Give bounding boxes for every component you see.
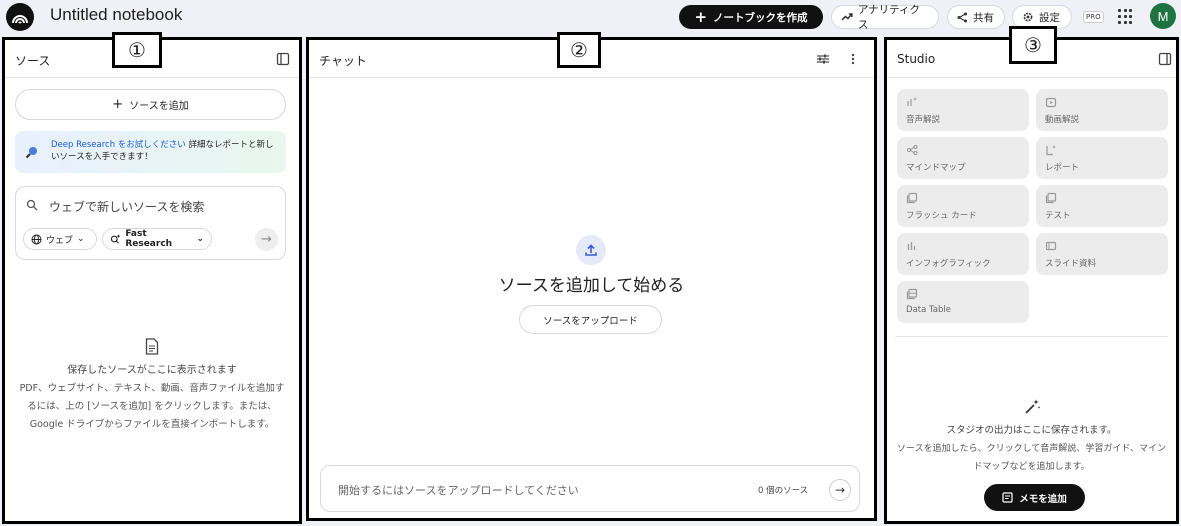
studio-divider: [895, 336, 1168, 337]
annotation-marker-2: ②: [557, 32, 601, 68]
studio-tile-video[interactable]: 動画解説: [1036, 89, 1168, 131]
sources-panel: ソース + ソースを追加 Deep Research をお試しください 詳細なレ…: [2, 37, 302, 524]
studio-panel: Studio 音声解説 動画解説 マインドマップ レポート フラッシュ カード …: [884, 37, 1179, 524]
globe-icon: [31, 234, 42, 244]
apps-grid-icon[interactable]: [1118, 9, 1133, 24]
studio-tile-flashcard[interactable]: フラッシュ カード: [897, 185, 1029, 227]
settings-label: 設定: [1039, 11, 1060, 24]
analytics-label: アナリティクス: [857, 4, 920, 31]
studio-tile-label: スライド資料: [1045, 259, 1097, 269]
collapse-panel-icon[interactable]: [276, 52, 290, 66]
web-search-box: ウェブで新しいソースを検索 ウェブ ⌄ Fast Research ⌄ →: [15, 186, 286, 260]
infographic-icon: [907, 242, 916, 250]
deep-research-banner[interactable]: Deep Research をお試しください 詳細なレポートと新しいソースを入手…: [15, 131, 286, 173]
document-icon: [145, 338, 159, 355]
studio-tile-label: マインドマップ: [906, 163, 966, 173]
studio-tile-label: 動画解説: [1045, 115, 1080, 125]
web-source-dropdown[interactable]: ウェブ ⌄: [23, 228, 97, 250]
annotation-marker-3: ③: [1009, 26, 1057, 64]
gear-icon: [1023, 12, 1033, 22]
trending-up-icon: [841, 13, 853, 21]
notebook-title[interactable]: Untitled notebook: [50, 5, 182, 25]
arrow-right-icon: →: [261, 232, 272, 247]
arrow-right-icon: →: [834, 483, 846, 497]
search-input[interactable]: ウェブで新しいソースを検索: [49, 198, 204, 215]
tune-icon[interactable]: [816, 52, 830, 66]
studio-tile-label: テスト: [1045, 211, 1071, 221]
share-label: 共有: [973, 11, 994, 24]
studio-tile-slides[interactable]: スライド資料: [1036, 233, 1168, 275]
studio-tile-label: Data Table: [906, 305, 951, 315]
add-source-button[interactable]: + ソースを追加: [15, 89, 286, 120]
studio-title: Studio: [897, 52, 936, 66]
chat-input[interactable]: 開始するにはソースをアップロードしてください: [338, 482, 579, 498]
add-source-label: ソースを追加: [129, 101, 189, 112]
studio-empty-title: スタジオの出力はここに保存されます。: [946, 425, 1117, 436]
chevron-down-icon: ⌄: [77, 234, 85, 244]
top-bar: Untitled notebook + ノートブックを作成 アナリティクス 共有…: [0, 0, 1181, 34]
studio-tile-data-table[interactable]: Data Table: [897, 281, 1029, 323]
create-notebook-button[interactable]: + ノートブックを作成: [679, 5, 823, 29]
studio-empty-state: スタジオの出力はここに保存されます。 ソースを追加したら、クリックして音声解説、…: [893, 398, 1170, 476]
studio-tile-infographic[interactable]: インフォグラフィック: [897, 233, 1029, 275]
studio-tile-audio[interactable]: 音声解説: [897, 89, 1029, 131]
sources-empty-title: 保存したソースがここに表示されます: [67, 365, 237, 376]
mindmap-icon: [907, 145, 918, 155]
add-note-button[interactable]: メモを追加: [984, 484, 1085, 511]
share-button[interactable]: 共有: [947, 5, 1005, 29]
studio-tile-label: フラッシュ カード: [906, 211, 977, 221]
send-button[interactable]: →: [829, 479, 851, 501]
annotation-marker-1: ①: [112, 32, 162, 68]
note-icon: [1002, 492, 1013, 503]
notebooklm-logo-icon[interactable]: [6, 3, 34, 31]
add-note-label: メモを追加: [1019, 493, 1067, 505]
chat-title: チャット: [319, 54, 367, 68]
pro-badge: PRO: [1083, 11, 1104, 23]
studio-tile-quiz[interactable]: テスト: [1036, 185, 1168, 227]
magic-wand-icon: [1024, 399, 1040, 414]
chat-input-box: 開始するにはソースをアップロードしてください 0 個のソース →: [320, 465, 860, 512]
chat-panel: チャット ソースを追加して始める ソースをアップロード 開始するにはソースをアッ…: [306, 37, 877, 521]
studio-tile-label: 音声解説: [906, 115, 941, 125]
upload-source-button[interactable]: ソースをアップロード: [519, 305, 662, 334]
sources-empty-state: 保存したソースがここに表示されます PDF、ウェブサイト、テキスト、動画、音声フ…: [11, 338, 293, 434]
avatar[interactable]: M: [1150, 3, 1176, 29]
upload-icon: [576, 235, 606, 265]
deep-research-link[interactable]: Deep Research をお試しください: [51, 140, 186, 150]
audio-sparkle-icon: [907, 97, 917, 106]
plus-icon: +: [112, 97, 124, 112]
magnifier-icon: [25, 147, 37, 159]
chevron-down-icon: ⌄: [196, 234, 204, 244]
studio-tile-label: レポート: [1045, 163, 1080, 173]
search-icon: [26, 199, 38, 211]
studio-tile-report[interactable]: レポート: [1036, 137, 1168, 179]
source-count: 0 個のソース: [758, 486, 809, 496]
search-sparkle-icon: [110, 234, 121, 244]
fast-research-dropdown[interactable]: Fast Research ⌄: [102, 228, 212, 250]
studio-tile-label: インフォグラフィック: [906, 259, 991, 269]
sources-title: ソース: [15, 54, 51, 68]
web-chip-label: ウェブ: [46, 235, 74, 246]
flashcard-icon: [906, 192, 918, 204]
slides-icon: [1045, 241, 1057, 251]
table-icon: [906, 288, 918, 300]
analytics-button[interactable]: アナリティクス: [831, 4, 939, 31]
collapse-panel-icon[interactable]: [1158, 52, 1172, 66]
plus-icon: +: [694, 7, 708, 26]
fast-research-label: Fast Research: [125, 229, 173, 249]
report-icon: [1046, 145, 1056, 156]
quiz-icon: [1045, 192, 1057, 204]
sources-empty-desc: PDF、ウェブサイト、テキスト、動画、音声ファイルを追加するには、上の [ソース…: [19, 383, 285, 430]
more-vert-icon[interactable]: [846, 52, 860, 66]
chat-headline: ソースを追加して始める: [498, 276, 685, 296]
share-icon: [957, 12, 967, 22]
create-notebook-label: ノートブックを作成: [713, 11, 808, 24]
studio-tile-mindmap[interactable]: マインドマップ: [897, 137, 1029, 179]
deep-research-text: Deep Research をお試しください 詳細なレポートと新しいソースを入手…: [51, 139, 278, 163]
video-icon: [1045, 97, 1057, 108]
studio-empty-desc: ソースを追加したら、クリックして音声解説、学習ガイド、マインドマップなどを追加し…: [897, 444, 1166, 472]
submit-search-button[interactable]: →: [255, 228, 278, 251]
